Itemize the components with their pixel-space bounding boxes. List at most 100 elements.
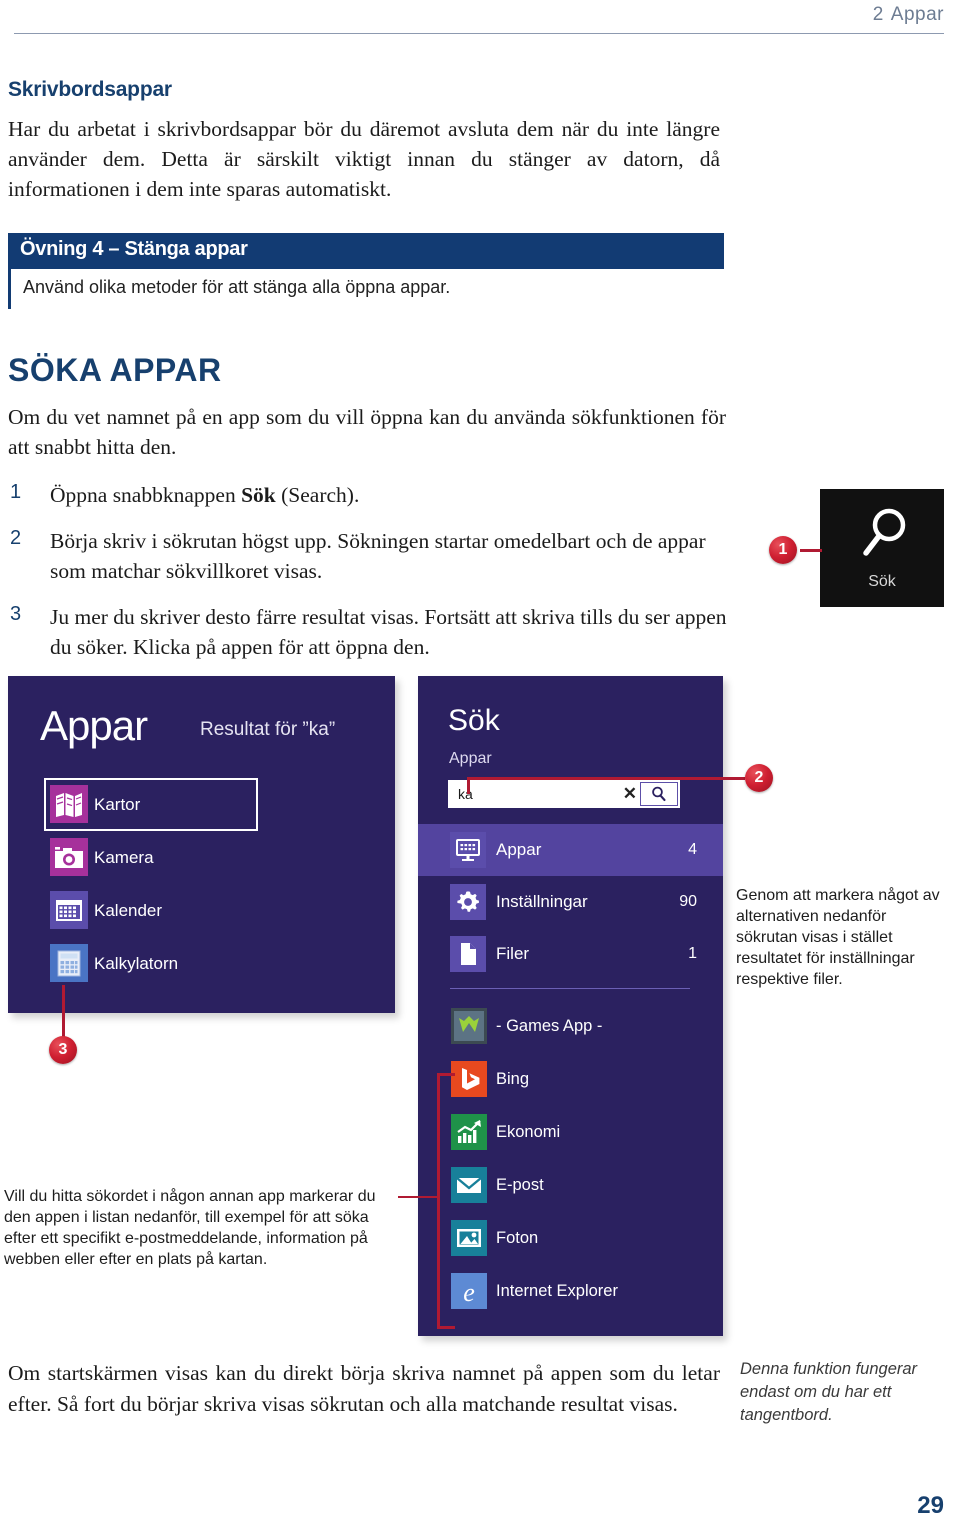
scope-item-count: 1 xyxy=(688,945,697,962)
margin-note: Denna funktion fungerar endast om du har… xyxy=(740,1360,918,1424)
scope-item-appar[interactable]: Appar 4 xyxy=(418,824,723,876)
scope-item-label: Filer xyxy=(496,944,530,963)
search-icon xyxy=(652,786,666,802)
list-item[interactable]: Kamera xyxy=(44,831,374,884)
exercise-body: Använd olika metoder för att stänga alla… xyxy=(8,269,724,309)
note-bracket-top xyxy=(437,1073,455,1076)
search-pane: Sök Appar ka ✕ Appar 4 Inställningar 90 … xyxy=(418,676,723,1336)
subheading-skrivbordsappar: Skrivbordsappar xyxy=(8,78,172,101)
apps-panel-title: Appar xyxy=(40,702,148,749)
leader-line-2-horizontal xyxy=(467,777,745,780)
search-submit-button[interactable] xyxy=(640,782,678,806)
file-icon xyxy=(450,936,486,972)
running-head: 2 Appar xyxy=(0,4,944,26)
chapter-number: 2 xyxy=(872,4,884,25)
monitor-icon xyxy=(450,832,486,868)
search-icon xyxy=(858,505,910,572)
list-item[interactable]: Bing xyxy=(418,1053,723,1106)
list-item-label: Ekonomi xyxy=(496,1123,561,1141)
search-charm-label: Sök xyxy=(868,573,896,590)
step-number: 3 xyxy=(10,603,22,625)
maps-icon xyxy=(50,785,88,823)
list-item-label: E-post xyxy=(496,1176,544,1194)
chapter-title: Appar xyxy=(890,4,944,25)
step-text: Börja skriv i sökrutan högst upp. Söknin… xyxy=(50,529,706,583)
step-list: 1 Öppna snabbknappen Sök (Search). 2 Bör… xyxy=(8,480,728,678)
list-item[interactable]: Kalender xyxy=(44,884,374,937)
apps-list: Kartor Kamera Kalender Kalkylatorn xyxy=(44,778,374,990)
scope-item-count: 4 xyxy=(688,841,697,858)
scope-item-filer[interactable]: Filer 1 xyxy=(418,928,723,980)
games-app-icon xyxy=(451,1008,487,1044)
page-title: SÖKA APPAR xyxy=(8,352,222,388)
list-item[interactable]: Kartor xyxy=(44,778,258,831)
callout-badge-3: 3 xyxy=(49,1036,77,1064)
step-item: 3 Ju mer du skriver desto färre resultat… xyxy=(8,602,728,662)
callout-badge-1: 1 xyxy=(769,536,797,564)
page-number: 29 xyxy=(917,1492,944,1519)
list-item-label: - Games App - xyxy=(496,1017,603,1035)
list-divider xyxy=(450,988,690,989)
apps-panel-result-label: Resultat för ”ka” xyxy=(200,719,336,740)
list-item-label: Kalender xyxy=(94,900,163,920)
gear-icon xyxy=(450,884,486,920)
side-note-right: Genom att markera något av alternativen … xyxy=(736,887,940,988)
mail-icon xyxy=(451,1167,487,1203)
list-item[interactable]: e Internet Explorer xyxy=(418,1265,723,1318)
calculator-icon xyxy=(50,944,88,982)
list-item[interactable]: Ekonomi xyxy=(418,1106,723,1159)
exercise-description: Använd olika metoder för att stänga alla… xyxy=(23,277,451,297)
step-text-bold: Sök xyxy=(241,483,276,507)
scope-item-label: Appar xyxy=(496,840,542,859)
list-item-label: Bing xyxy=(496,1070,530,1088)
photos-icon xyxy=(451,1220,487,1256)
callout-badge-2: 2 xyxy=(745,764,773,792)
side-note-left: Vill du hitta sökordet i någon annan app… xyxy=(4,1188,376,1268)
scope-item-installningar[interactable]: Inställningar 90 xyxy=(418,876,723,928)
list-item[interactable]: - Games App - xyxy=(418,1000,723,1053)
list-item[interactable]: Foton xyxy=(418,1212,723,1265)
scope-item-count: 90 xyxy=(679,893,697,910)
search-results-list: - Games App - Bing Ekonomi E-post Foton … xyxy=(418,1000,723,1318)
close-icon[interactable]: ✕ xyxy=(623,784,637,804)
scope-item-label: Inställningar xyxy=(496,892,588,911)
list-item-label: Kalkylatorn xyxy=(94,953,179,973)
exercise-title-bar: Övning 4 – Stänga appar xyxy=(8,233,724,269)
step-text: Ju mer du skriver desto färre resultat v… xyxy=(50,605,727,659)
list-item-label: Kamera xyxy=(94,847,154,867)
step-item: 2 Börja skriv i sökrutan högst upp. Sökn… xyxy=(8,526,728,586)
camera-icon xyxy=(50,838,88,876)
leader-line-1 xyxy=(800,549,822,552)
note-bracket-bottom xyxy=(437,1326,455,1329)
step-text: Öppna snabbknappen Sök (Search). xyxy=(50,483,359,507)
search-intro-paragraph: Om du vet namnet på en app som du vill ö… xyxy=(8,405,726,459)
document-page: 2 Appar Skrivbordsappar Har du arbetat i … xyxy=(0,0,960,1538)
search-input-value: ka xyxy=(458,786,473,802)
search-pane-title: Sök xyxy=(448,704,500,737)
list-item-label: Kartor xyxy=(94,794,141,814)
step-text-before: Öppna snabbknappen xyxy=(50,483,242,507)
search-scope-label: Appar xyxy=(449,750,492,767)
bing-icon xyxy=(451,1061,487,1097)
search-charm-tile[interactable]: Sök xyxy=(820,489,944,607)
internet-explorer-icon: e xyxy=(451,1273,487,1309)
list-item[interactable]: E-post xyxy=(418,1159,723,1212)
step-number: 1 xyxy=(10,481,22,503)
svg-text:e: e xyxy=(463,1278,475,1307)
note-bracket-vertical xyxy=(437,1073,440,1329)
list-item-label: Foton xyxy=(496,1229,539,1247)
search-scope-list: Appar 4 Inställningar 90 Filer 1 xyxy=(418,824,723,980)
finance-icon xyxy=(451,1114,487,1150)
apps-results-panel: Appar Resultat för ”ka” Kartor Kamera Ka… xyxy=(8,676,395,1013)
list-item[interactable]: Kalkylatorn xyxy=(44,937,374,990)
header-rule xyxy=(14,33,944,34)
note-bracket-stem xyxy=(398,1196,438,1198)
step-item: 1 Öppna snabbknappen Sök (Search). xyxy=(8,480,728,510)
intro-paragraph: Har du arbetat i skrivbordsappar bör du … xyxy=(8,117,720,201)
step-text-after: (Search). xyxy=(275,483,360,507)
calendar-icon xyxy=(50,891,88,929)
search-input[interactable]: ka ✕ xyxy=(448,780,680,808)
leader-line-3 xyxy=(62,985,65,1043)
closing-paragraph: Om startskärmen visas kan du direkt börj… xyxy=(8,1361,720,1416)
list-item-label: Internet Explorer xyxy=(496,1282,618,1300)
